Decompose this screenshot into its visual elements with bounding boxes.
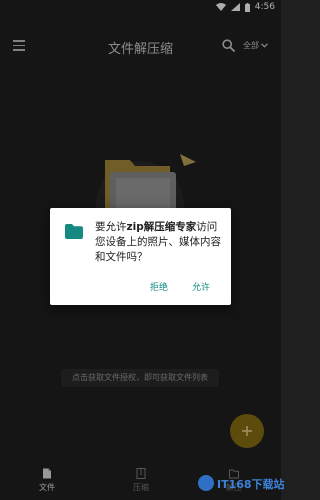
- watermark-text: IT168下载站: [217, 478, 285, 491]
- deny-button[interactable]: 拒绝: [150, 280, 168, 293]
- app-name: zip解压缩专家: [126, 221, 197, 233]
- folder-icon: [65, 224, 83, 239]
- watermark: IT168下载站: [198, 473, 285, 495]
- permission-dialog: 要允许zip解压缩专家访问您设备上的照片、媒体内容和文件吗？ 拒绝 允许: [50, 208, 231, 305]
- dialog-actions: 拒绝 允许: [150, 280, 210, 293]
- message-prefix: 要允许: [95, 221, 127, 233]
- allow-button[interactable]: 允许: [192, 280, 210, 293]
- watermark-logo: [198, 475, 214, 491]
- dialog-message: 要允许zip解压缩专家访问您设备上的照片、媒体内容和文件吗？: [95, 220, 225, 265]
